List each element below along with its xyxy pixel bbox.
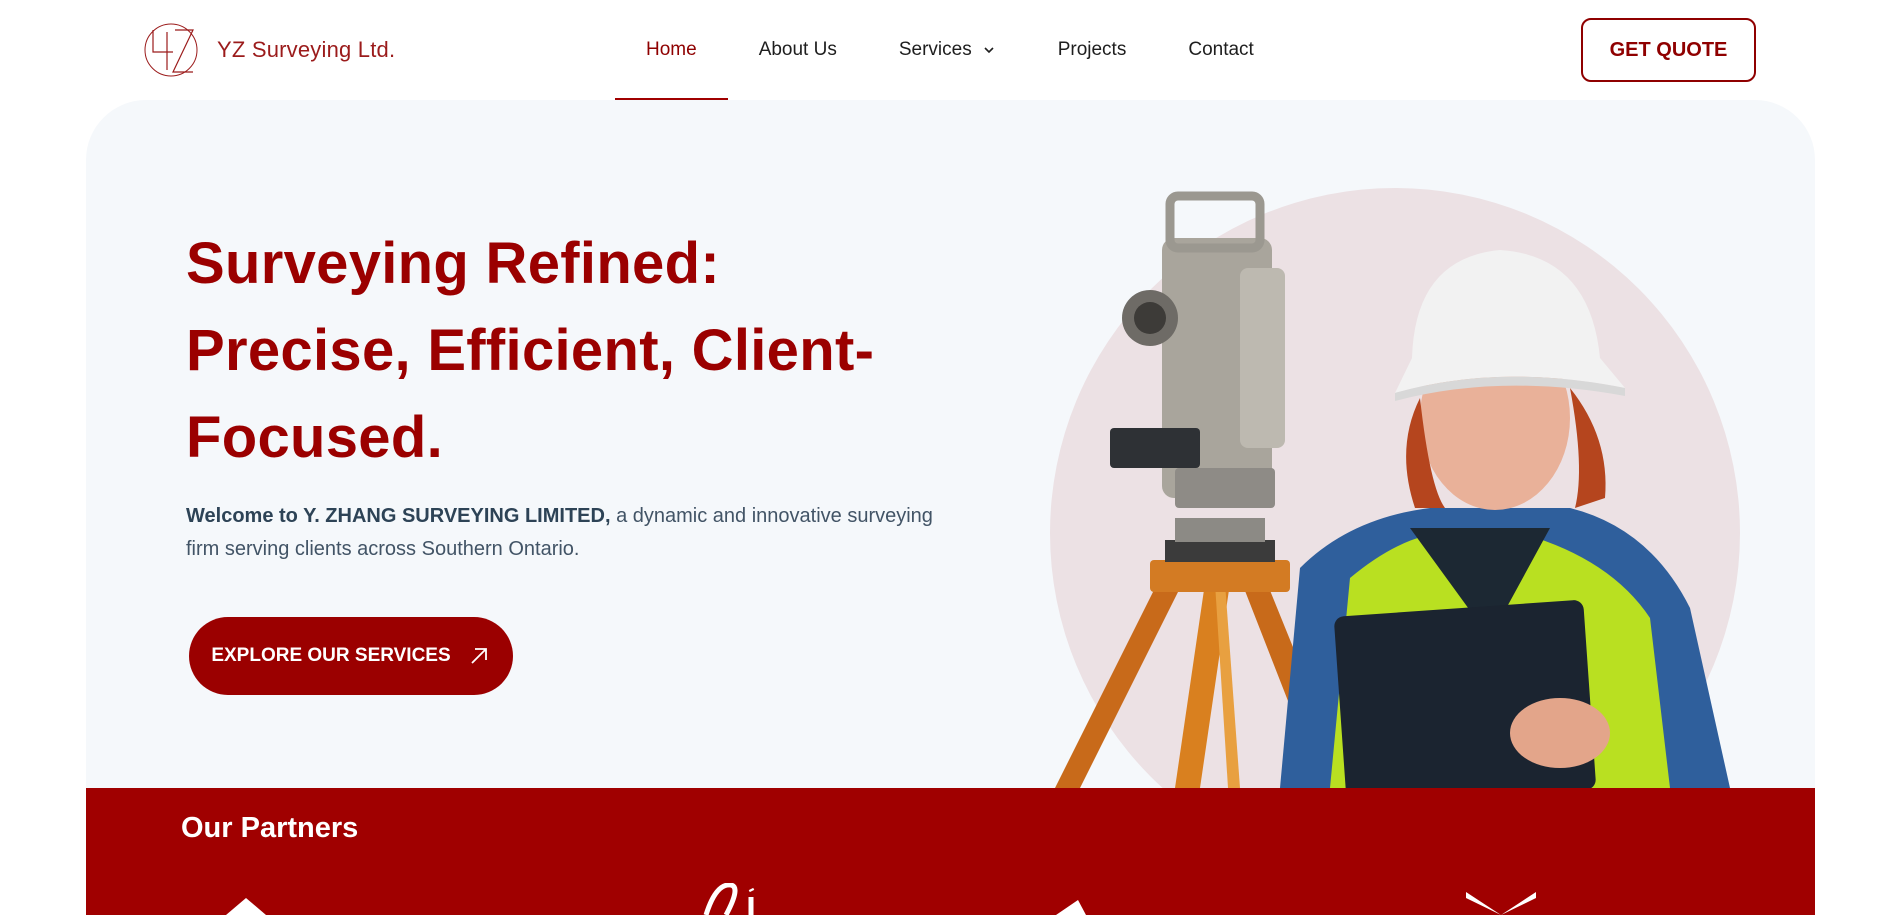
get-quote-button[interactable]: GET QUOTE [1581,18,1756,82]
partner-logo-1 [226,898,266,915]
chevron-down-icon [984,47,994,54]
explore-services-label: EXPLORE OUR SERVICES [211,645,451,666]
nav-item-projects[interactable]: Projects [1027,0,1158,100]
hero-section: Surveying Refined: Precise, Efficient, C… [86,100,1815,788]
partner-logo-3 [1056,900,1086,915]
brand-logo[interactable]: YZ Surveying Ltd. [143,22,395,78]
partners-section: Our Partners [86,788,1815,915]
nav-item-about-us[interactable]: About Us [728,0,868,100]
surveyor-with-total-station-image [1055,191,1730,788]
hero-description-company: Welcome to Y. ZHANG SURVEYING LIMITED, [186,505,611,527]
hero-title-line: Precise, Efficient, Client- [186,318,875,383]
nav-item-contact[interactable]: Contact [1157,0,1284,100]
hero-description: Welcome to Y. ZHANG SURVEYING LIMITED, a… [186,500,946,566]
yz-monogram-icon [144,23,198,77]
partner-logo-2 [703,883,755,915]
nav-item-home[interactable]: Home [615,0,728,100]
hero-title-line: Focused. [186,405,443,470]
nav-label: About Us [758,39,837,60]
site-header: YZ Surveying Ltd. Home About Us Services… [0,0,1895,100]
main-nav: Home About Us Services Projects Contact [615,0,1285,100]
nav-label: Contact [1188,39,1254,60]
explore-services-button[interactable]: EXPLORE OUR SERVICES [189,617,513,695]
hero-title: Surveying Refined: Precise, Efficient, C… [186,220,946,481]
partners-title: Our Partners [181,812,359,844]
nav-label: Services [898,39,972,60]
partner-logo-4 [1466,892,1536,915]
nav-label: Home [646,39,697,60]
hero-title-line: Surveying Refined: [186,231,720,296]
arrow-up-right-icon [471,648,487,664]
brand-name: YZ Surveying Ltd. [217,37,396,62]
nav-item-services[interactable]: Services [868,0,1027,100]
nav-label: Projects [1057,39,1127,60]
